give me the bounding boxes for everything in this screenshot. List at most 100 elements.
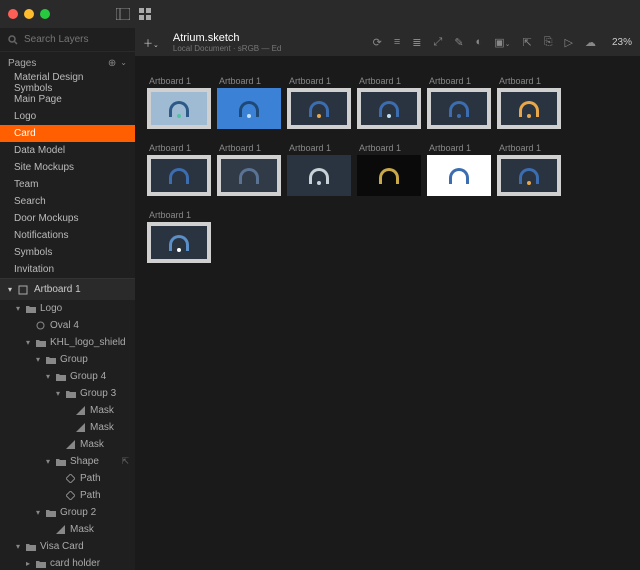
layer-row[interactable]: Mask [0,402,135,419]
artboard-9[interactable]: Artboard 1 [357,143,421,196]
artboard-label: Artboard 1 [147,76,211,86]
artboard-thumbnail [217,155,281,196]
chevron-icon: ▾ [14,542,22,551]
mask-icon [56,525,66,534]
insert-icon[interactable]: ＋⌄ [143,35,159,50]
page-item-2[interactable]: Logo [0,108,135,125]
artboard-11[interactable]: Artboard 1 [497,143,561,196]
artboard-icon [18,285,28,295]
layer-row[interactable]: ▾Group 2 [0,504,135,521]
grid-view-icon[interactable] [138,7,152,21]
collapse-pages-icon[interactable]: ⌄ [120,58,127,69]
artboard-thumbnail [427,155,491,196]
chevron-down-icon: ▾ [8,285,12,294]
layer-row[interactable]: ▾Group [0,351,135,368]
layer-row[interactable]: ▾ KHL_logo_shield [0,334,135,351]
preview-icon[interactable]: ▷ [565,36,573,49]
align-center-icon[interactable]: ≣ [412,36,421,49]
artboard-4[interactable]: Artboard 1 [427,76,491,129]
page-item-0[interactable]: Material Design Symbols [0,74,135,91]
layer-row[interactable]: Oval 4 [0,317,135,334]
arch-icon [169,101,189,117]
arch-icon [309,101,329,117]
layer-row[interactable]: ▸card holder [0,555,135,570]
artboard-8[interactable]: Artboard 1 [287,143,351,196]
page-item-11[interactable]: Invitation [0,261,135,278]
folder-icon [46,356,56,364]
artboard-5[interactable]: Artboard 1 [497,76,561,129]
page-item-10[interactable]: Symbols [0,244,135,261]
maximize-window[interactable] [40,9,50,19]
sidebar-toggle-icon[interactable] [116,7,130,21]
layer-name: Mask [80,439,104,450]
edit-icon[interactable]: ✎ [454,36,463,49]
layer-row[interactable]: ▾ Group 3 [0,385,135,402]
union-icon[interactable]: ▣⌄ [494,36,510,49]
artboard-3[interactable]: Artboard 1 [357,76,421,129]
minimize-window[interactable] [24,9,34,19]
search-bar[interactable] [0,28,135,52]
artboard-label: Artboard 1 [427,143,491,153]
artboard-thumbnail [147,222,211,263]
layer-name: Path [80,473,101,484]
link-icon[interactable]: ⎘ [544,36,553,49]
layer-row[interactable]: ▾Group 4 [0,368,135,385]
layer-row[interactable]: ▾Shape⇱ [0,453,135,470]
page-item-9[interactable]: Notifications [0,227,135,244]
artboard-label: Artboard 1 [287,143,351,153]
artboard-12[interactable]: Artboard 1 [147,210,211,263]
arch-icon [239,168,259,184]
page-item-8[interactable]: Door Mockups [0,210,135,227]
page-item-3[interactable]: Card [0,125,135,142]
layer-name: Group 3 [80,388,116,399]
artboard-2[interactable]: Artboard 1 [287,76,351,129]
artboard-0[interactable]: Artboard 1 [147,76,211,129]
page-item-4[interactable]: Data Model [0,142,135,159]
layer-name: KHL_logo_shield [50,337,126,348]
canvas[interactable]: Artboard 1Artboard 1Artboard 1Artboard 1… [135,56,640,570]
document-title-block: Atrium.sketch Local Document · sRGB — Ed [173,32,281,53]
cloud-icon[interactable]: ☁ [585,36,596,49]
layer-row[interactable]: Path [0,470,135,487]
artboard-6[interactable]: Artboard 1 [147,143,211,196]
layer-row[interactable]: Mask [0,419,135,436]
rotate-icon[interactable]: ⟳ [373,36,382,49]
close-window[interactable] [8,9,18,19]
layer-row[interactable]: ▾Logo [0,300,135,317]
oval-icon [36,321,46,330]
artboard-1[interactable]: Artboard 1 [217,76,281,129]
artboard-10[interactable]: Artboard 1 [427,143,491,196]
share-icon[interactable]: ⇱ [121,456,129,467]
page-item-1[interactable]: Main Page [0,91,135,108]
forward-icon[interactable]: ⇱ [522,36,531,49]
layer-name: Mask [90,422,114,433]
artboard-header[interactable]: ▾ Artboard 1 [0,278,135,300]
scale-icon[interactable]: ⤢ [434,36,443,49]
add-page-icon[interactable]: ⊕ [108,58,116,69]
layer-row[interactable]: Mask [0,521,135,538]
layer-row[interactable]: Path [0,487,135,504]
page-item-5[interactable]: Site Mockups [0,159,135,176]
folder-icon [56,373,66,381]
layer-row[interactable]: Mask [0,436,135,453]
arch-icon [379,168,399,184]
artboard-7[interactable]: Artboard 1 [217,143,281,196]
chevron-icon: ▾ [24,338,32,347]
arch-icon [169,235,189,251]
arch-icon [449,168,469,184]
artboard-thumbnail [217,88,281,129]
layer-name: card holder [50,558,100,569]
mask-icon[interactable]: ◐ [476,36,483,48]
artboard-thumbnail [287,88,351,129]
page-item-7[interactable]: Search [0,193,135,210]
artboard-thumbnail [357,155,421,196]
folder-icon [36,339,46,347]
layer-row[interactable]: ▾Visa Card [0,538,135,555]
page-item-6[interactable]: Team [0,176,135,193]
pages-label: Pages [8,58,36,69]
search-input[interactable] [24,34,135,45]
align-left-icon[interactable]: ≡ [394,36,400,48]
chevron-icon: ▾ [54,389,62,398]
zoom-level[interactable]: 23% [612,37,632,48]
artboard-label: Artboard 1 [497,143,561,153]
